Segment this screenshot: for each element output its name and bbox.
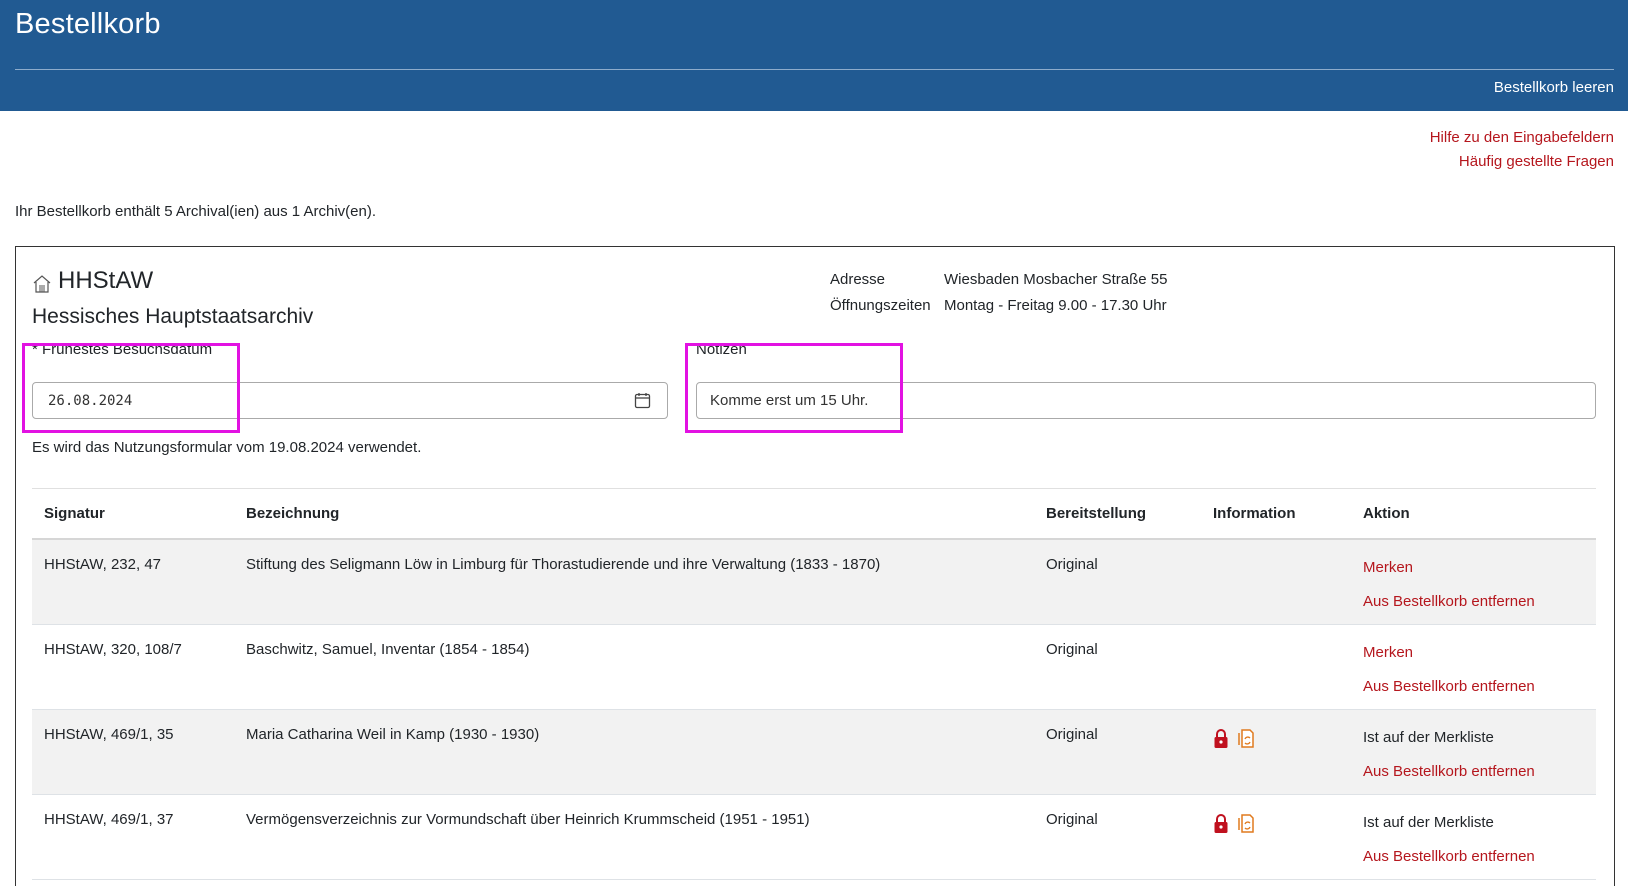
fields-help-link[interactable]: Hilfe zu den Eingabefeldern <box>1430 126 1614 150</box>
header-divider <box>15 69 1614 70</box>
visit-date-input[interactable]: 26.08.2024 <box>32 382 668 419</box>
lock-icon[interactable] <box>1213 813 1229 834</box>
header-information: Information <box>1201 489 1351 540</box>
faq-link[interactable]: Häufig gestellte Fragen <box>1430 150 1614 174</box>
cell-information <box>1201 794 1351 880</box>
header-aktion: Aktion <box>1351 489 1596 540</box>
help-links: Hilfe zu den Eingabefeldern Häufig geste… <box>1430 126 1614 174</box>
lock-icon[interactable] <box>1213 728 1229 749</box>
cell-bereitstellung: Original <box>1034 794 1201 880</box>
notes-input[interactable]: Komme erst um 15 Uhr. <box>696 382 1596 419</box>
cart-table: Signatur Bezeichnung Bereitstellung Info… <box>32 489 1596 880</box>
address-value: Wiesbaden Mosbacher Straße 55 <box>944 271 1168 288</box>
visit-date-label: * Frühestes Besuchsdatum <box>32 341 213 358</box>
bookmark-link[interactable]: Merken <box>1363 556 1584 580</box>
cell-bezeichnung: Baschwitz, Samuel, Inventar (1854 - 1854… <box>234 624 1034 710</box>
clear-cart-button[interactable]: Bestellkorb leeren <box>1494 79 1614 96</box>
top-bar: Bestellkorb Bestellkorb leeren <box>0 0 1628 111</box>
remove-from-cart-link[interactable]: Aus Bestellkorb entfernen <box>1363 590 1584 614</box>
table-row: HHStAW, 232, 47 Stiftung des Seligmann L… <box>32 539 1596 625</box>
cell-aktion: Merken Aus Bestellkorb entfernen <box>1351 539 1596 625</box>
visit-date-value: 26.08.2024 <box>48 392 133 409</box>
notes-label: Notizen <box>696 341 747 358</box>
archive-panel: HHStAW Hessisches Hauptstaatsarchiv Adre… <box>15 246 1615 886</box>
cell-aktion: Merken Aus Bestellkorb entfernen <box>1351 624 1596 710</box>
cell-bezeichnung: Stiftung des Seligmann Löw in Limburg fü… <box>234 539 1034 625</box>
calendar-icon[interactable] <box>634 392 651 409</box>
cell-information <box>1201 539 1351 625</box>
cell-signatur: HHStAW, 232, 47 <box>32 539 234 625</box>
notes-value: Komme erst um 15 Uhr. <box>710 392 869 409</box>
cell-bezeichnung: Maria Catharina Weil in Kamp (1930 - 193… <box>234 709 1034 795</box>
bookmarked-status: Ist auf der Merkliste <box>1363 814 1494 831</box>
cell-information <box>1201 624 1351 710</box>
header-signatur: Signatur <box>32 489 234 540</box>
table-row: HHStAW, 320, 108/7 Baschwitz, Samuel, In… <box>32 624 1596 710</box>
header-bereitstellung: Bereitstellung <box>1034 489 1201 540</box>
archive-name: Hessisches Hauptstaatsarchiv <box>32 305 314 328</box>
cell-signatur: HHStAW, 469/1, 37 <box>32 794 234 880</box>
page-title: Bestellkorb <box>15 8 161 40</box>
cart-summary: Ihr Bestellkorb enthält 5 Archival(ien) … <box>15 203 377 220</box>
table-row: HHStAW, 469/1, 37 Vermögensverzeichnis z… <box>32 794 1596 880</box>
document-copy-icon[interactable] <box>1237 728 1255 749</box>
hours-value: Montag - Freitag 9.00 - 17.30 Uhr <box>944 297 1167 314</box>
address-label: Adresse <box>830 271 886 288</box>
bookmarked-status: Ist auf der Merkliste <box>1363 729 1494 746</box>
remove-from-cart-link[interactable]: Aus Bestellkorb entfernen <box>1363 845 1584 869</box>
cell-bereitstellung: Original <box>1034 624 1201 710</box>
cell-information <box>1201 709 1351 795</box>
cell-bereitstellung: Original <box>1034 709 1201 795</box>
cell-aktion: Ist auf der Merkliste Aus Bestellkorb en… <box>1351 794 1596 880</box>
remove-from-cart-link[interactable]: Aus Bestellkorb entfernen <box>1363 675 1584 699</box>
hours-label: Öffnungszeiten <box>830 297 931 314</box>
archive-address: Adresse Wiesbaden Mosbacher Straße 55 Öf… <box>830 267 1167 319</box>
cell-signatur: HHStAW, 320, 108/7 <box>32 624 234 710</box>
house-icon <box>33 275 51 293</box>
document-copy-icon[interactable] <box>1237 813 1255 834</box>
cell-bereitstellung: Original <box>1034 539 1201 625</box>
header-bezeichnung: Bezeichnung <box>234 489 1034 540</box>
table-header-row: Signatur Bezeichnung Bereitstellung Info… <box>32 489 1596 540</box>
usage-form-note: Es wird das Nutzungsformular vom 19.08.2… <box>32 439 422 456</box>
bookmark-link[interactable]: Merken <box>1363 641 1584 665</box>
archive-code: HHStAW <box>58 267 154 294</box>
cell-bezeichnung: Vermögensverzeichnis zur Vormundschaft ü… <box>234 794 1034 880</box>
remove-from-cart-link[interactable]: Aus Bestellkorb entfernen <box>1363 760 1584 784</box>
cell-aktion: Ist auf der Merkliste Aus Bestellkorb en… <box>1351 709 1596 795</box>
table-row: HHStAW, 469/1, 35 Maria Catharina Weil i… <box>32 709 1596 795</box>
cell-signatur: HHStAW, 469/1, 35 <box>32 709 234 795</box>
archive-heading: HHStAW <box>32 267 153 295</box>
